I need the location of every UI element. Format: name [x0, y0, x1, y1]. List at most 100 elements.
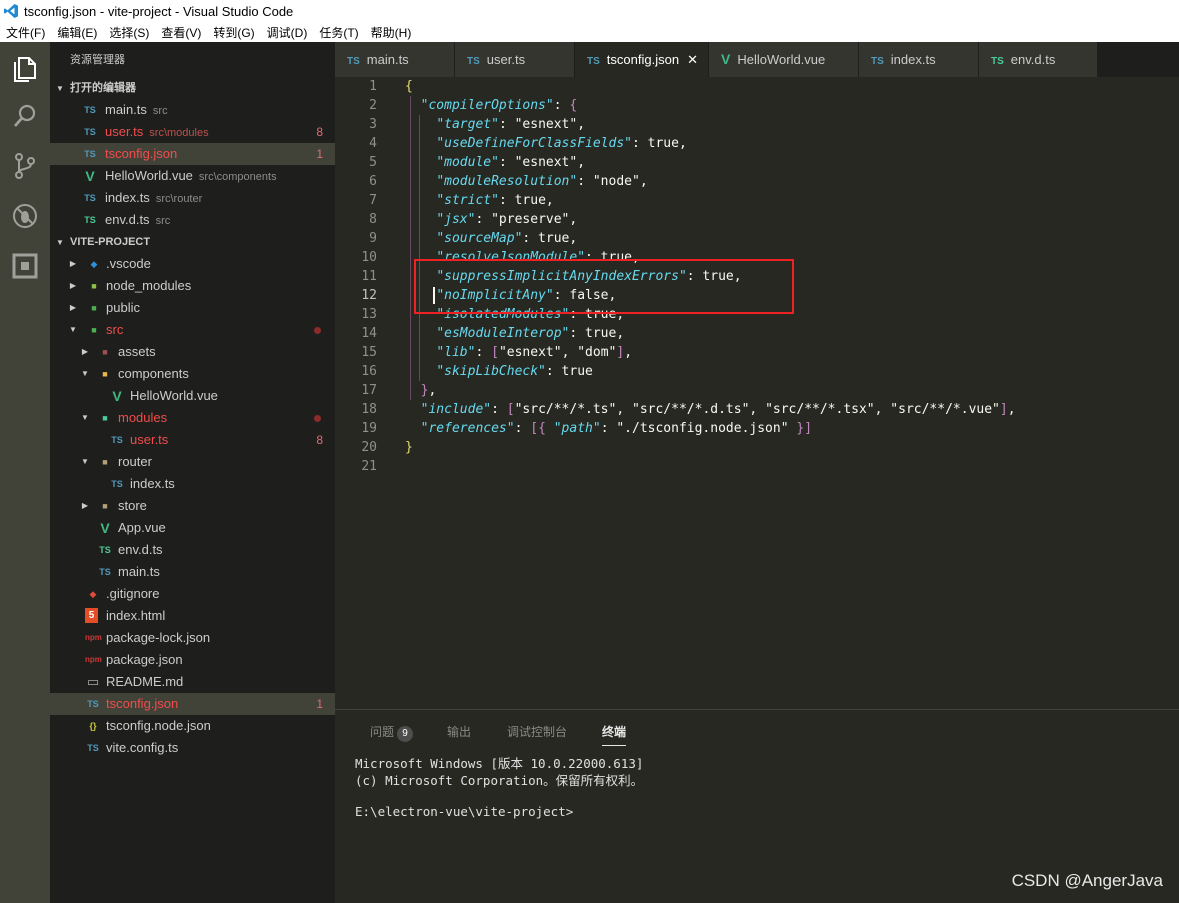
tree-item-main-ts[interactable]: TS main.ts: [50, 561, 335, 583]
assets-folder-icon: ■: [102, 347, 108, 357]
code-editor[interactable]: 1 2 3 4 5 6 7 8 9 10 11 12 13 14 15 16 17 18 19 20 21 { "com…: [335, 77, 1179, 709]
code-line[interactable]: "isolatedModules": true,: [405, 305, 624, 324]
menu-debug[interactable]: 调试(D): [267, 24, 308, 41]
tree-item-node-modules[interactable]: ▶ ■ node_modules: [50, 275, 335, 297]
line-number: 2: [369, 98, 377, 113]
chevron-down-icon: ▼: [81, 369, 89, 378]
line-number: 16: [361, 364, 377, 379]
line-number: 18: [361, 402, 377, 417]
code-line[interactable]: "module": "esnext",: [405, 153, 585, 172]
typescript-file-icon: TS: [84, 193, 96, 203]
menu-selection[interactable]: 选择(S): [109, 24, 149, 41]
code-line[interactable]: "target": "esnext",: [405, 115, 585, 134]
tree-item-vite-config-ts[interactable]: TS vite.config.ts: [50, 737, 335, 759]
tree-item-label: tsconfig.json: [106, 696, 179, 711]
code-line[interactable]: "noImplicitAny": false,: [405, 286, 616, 305]
tab-tsconfig-json[interactable]: TS tsconfig.json ✕: [575, 42, 709, 77]
tree-item-modules[interactable]: ▼ ■ modules: [50, 407, 335, 429]
explorer-icon[interactable]: [9, 52, 41, 84]
json-file-icon: {}: [89, 721, 97, 731]
tree-item-label: components: [118, 366, 189, 381]
tab-index-ts[interactable]: TS index.ts: [859, 42, 979, 77]
open-editor-main-ts[interactable]: TS main.ts src: [50, 99, 335, 121]
open-editors-header[interactable]: ▼ 打开的编辑器: [50, 77, 335, 99]
close-icon[interactable]: ✕: [687, 42, 698, 77]
tree-item-label: src: [106, 322, 124, 337]
open-editor-index-ts[interactable]: TS index.ts src\router: [50, 187, 335, 209]
code-line[interactable]: "skipLibCheck": true: [405, 362, 593, 381]
open-editor-env-d-ts[interactable]: TS env.d.ts src: [50, 209, 335, 231]
menu-tasks[interactable]: 任务(T): [319, 24, 358, 41]
tree-item-helloworld-vue[interactable]: V HelloWorld.vue: [50, 385, 335, 407]
tree-item-package-json[interactable]: npm package.json: [50, 649, 335, 671]
code-line[interactable]: "strict": true,: [405, 191, 553, 210]
project-header[interactable]: ▼ VITE-PROJECT: [50, 231, 335, 253]
typescript-file-icon: TS: [84, 105, 96, 115]
tree-item-label: router: [118, 454, 152, 469]
line-number: 1: [369, 79, 377, 94]
menu-edit[interactable]: 编辑(E): [57, 24, 97, 41]
tree-item-gitignore[interactable]: ◆ .gitignore: [50, 583, 335, 605]
tree-item-index-html[interactable]: 5 index.html: [50, 605, 335, 627]
extensions-icon[interactable]: [9, 250, 41, 282]
tree-item-user-ts[interactable]: TS user.ts 8: [50, 429, 335, 451]
typescript-file-icon: TS: [111, 479, 123, 489]
tree-item-store[interactable]: ▶ ■ store: [50, 495, 335, 517]
open-editor-helloworld-vue[interactable]: V HelloWorld.vue src\components: [50, 165, 335, 187]
tree-item-router[interactable]: ▼ ■ router: [50, 451, 335, 473]
tab-env-d-ts[interactable]: TS env.d.ts: [979, 42, 1098, 77]
tsconfig-file-icon: TS: [87, 699, 99, 709]
line-number: 19: [361, 421, 377, 436]
typescript-def-file-icon: TS: [991, 56, 1004, 67]
tree-item-package-lock-json[interactable]: npm package-lock.json: [50, 627, 335, 649]
menu-help[interactable]: 帮助(H): [371, 24, 412, 41]
tree-item-env-d-ts[interactable]: TS env.d.ts: [50, 539, 335, 561]
tree-item-readme-md[interactable]: ▭ README.md: [50, 671, 335, 693]
tree-item-public[interactable]: ▶ ■ public: [50, 297, 335, 319]
tree-item-tsconfig-node-json[interactable]: {} tsconfig.node.json: [50, 715, 335, 737]
code-line[interactable]: "suppressImplicitAnyIndexErrors": true,: [405, 267, 741, 286]
panel-tab-output[interactable]: 输出: [447, 722, 471, 746]
code-line[interactable]: "include": ["src/**/*.ts", "src/**/*.d.t…: [405, 400, 1016, 419]
code-line[interactable]: "resolveJsonModule": true,: [405, 248, 640, 267]
menu-go[interactable]: 转到(G): [213, 24, 254, 41]
watermark: CSDN @AngerJava: [1011, 871, 1163, 890]
source-control-icon[interactable]: [9, 150, 41, 182]
tab-helloworld-vue[interactable]: V HelloWorld.vue: [709, 42, 859, 77]
code-line[interactable]: "lib": ["esnext", "dom"],: [405, 343, 632, 362]
menu-file[interactable]: 文件(F): [6, 24, 45, 41]
tree-item-src[interactable]: ▼ ■ src: [50, 319, 335, 341]
open-editor-tsconfig-json[interactable]: TS tsconfig.json 1: [50, 143, 335, 165]
terminal-line: (c) Microsoft Corporation。保留所有权利。: [355, 773, 644, 788]
panel-tab-terminal[interactable]: 终端: [602, 722, 627, 746]
code-line[interactable]: "compilerOptions": {: [405, 96, 578, 115]
code-line[interactable]: "jsx": "preserve",: [405, 210, 577, 229]
tab-user-ts[interactable]: TS user.ts: [455, 42, 575, 77]
open-editor-path: src\modules: [149, 127, 209, 139]
src-folder-icon: ■: [91, 325, 97, 335]
open-editor-user-ts[interactable]: TS user.ts src\modules 8: [50, 121, 335, 143]
tree-item-index-ts[interactable]: TS index.ts: [50, 473, 335, 495]
line-number: 12: [361, 288, 377, 303]
menu-view[interactable]: 查看(V): [161, 24, 201, 41]
tree-item-vscode[interactable]: ▶ ◆ .vscode: [50, 253, 335, 275]
code-line[interactable]: "references": [{ "path": "./tsconfig.nod…: [405, 419, 812, 438]
tab-main-ts[interactable]: TS main.ts: [335, 42, 455, 77]
terminal-prompt[interactable]: E:\electron-vue\vite-project>: [355, 804, 573, 819]
tree-item-assets[interactable]: ▶ ■ assets: [50, 341, 335, 363]
tree-item-components[interactable]: ▼ ■ components: [50, 363, 335, 385]
code-line[interactable]: "esModuleInterop": true,: [405, 324, 624, 343]
code-line[interactable]: }: [405, 438, 413, 457]
code-line[interactable]: "useDefineForClassFields": true,: [405, 134, 686, 153]
code-line[interactable]: "moduleResolution": "node",: [405, 172, 647, 191]
tree-item-app-vue[interactable]: V App.vue: [50, 517, 335, 539]
panel-tab-problems[interactable]: 问题 9: [370, 722, 414, 746]
debug-icon[interactable]: [9, 200, 41, 232]
line-number: 15: [361, 345, 377, 360]
code-line[interactable]: "sourceMap": true,: [405, 229, 577, 248]
code-line[interactable]: {: [405, 77, 413, 96]
git-icon: ◆: [89, 589, 97, 599]
search-icon[interactable]: [9, 100, 41, 132]
panel-tab-debug-console[interactable]: 调试控制台: [507, 722, 567, 746]
tree-item-tsconfig-json[interactable]: TS tsconfig.json 1: [50, 693, 335, 715]
